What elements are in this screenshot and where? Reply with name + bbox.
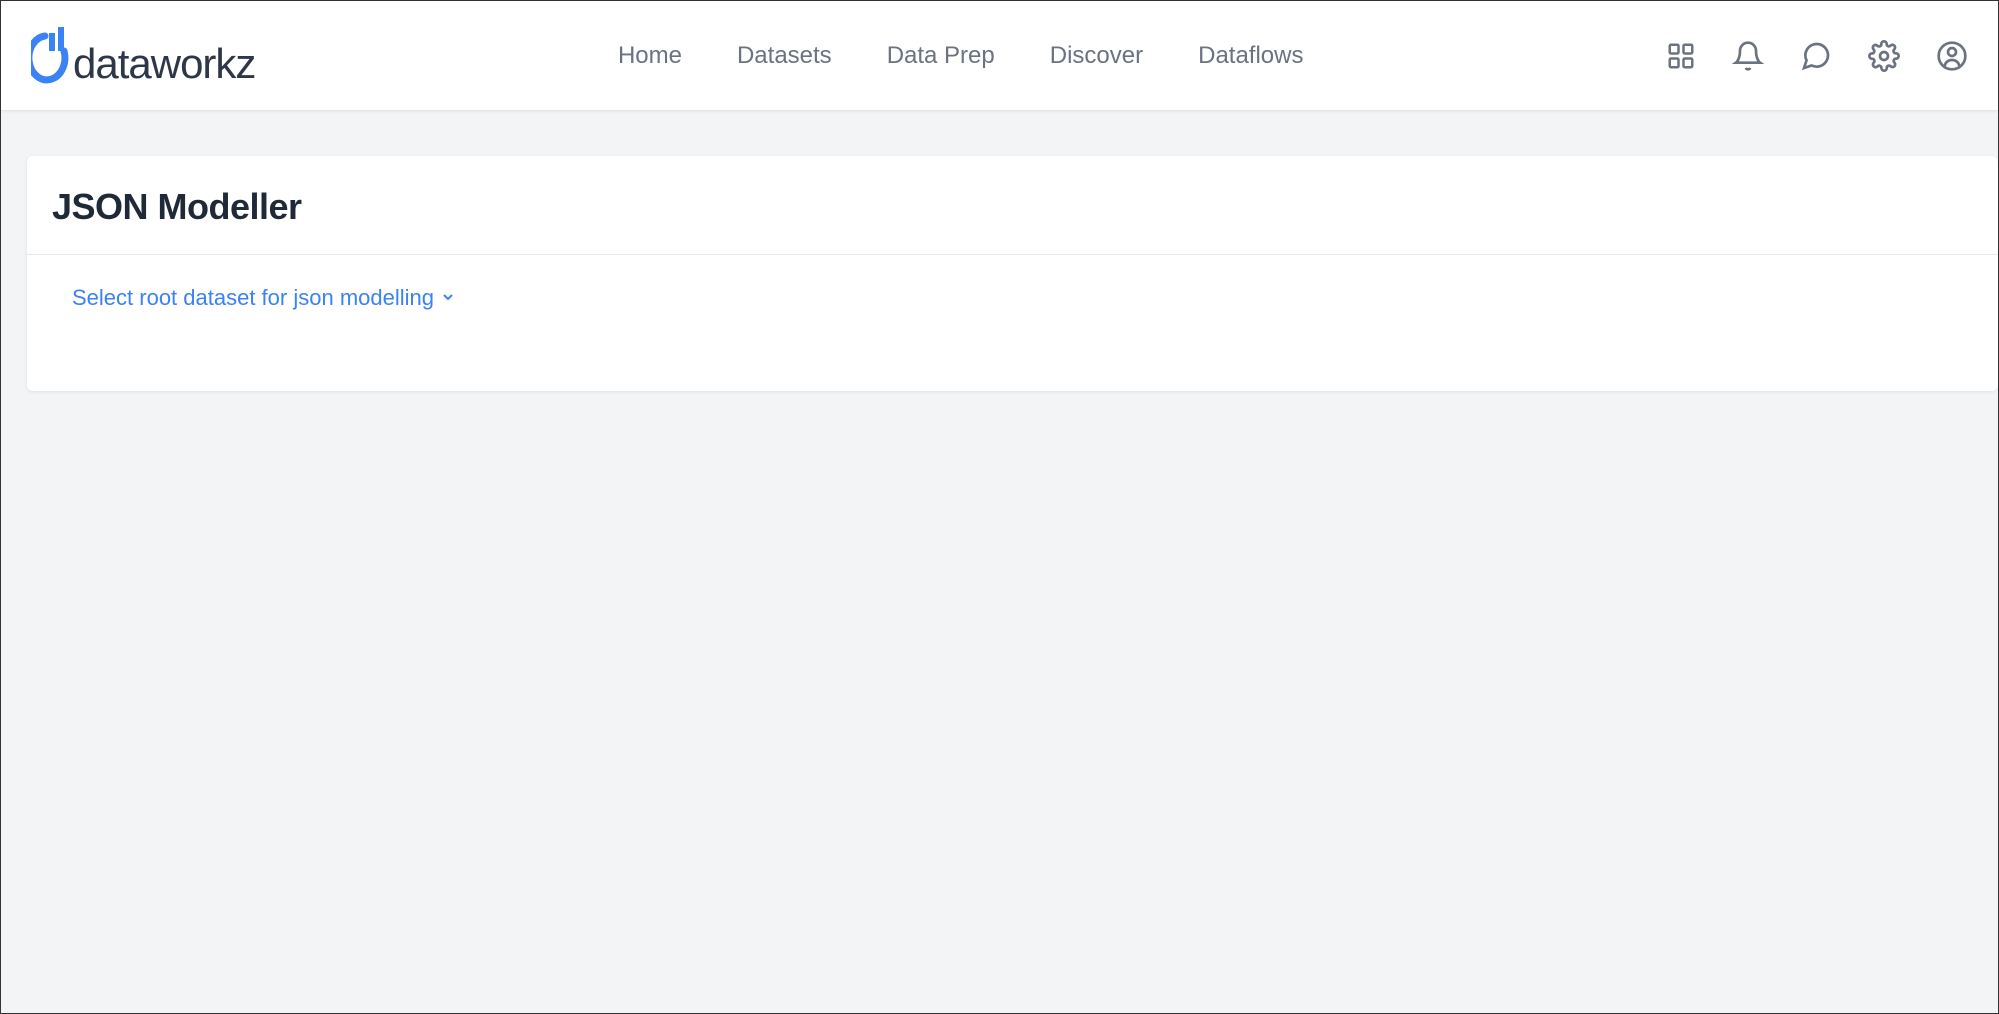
brand-logo[interactable]: dataworkz [31, 21, 255, 91]
nav-discover[interactable]: Discover [1050, 42, 1143, 70]
main-nav: Home Datasets Data Prep Discover Dataflo… [255, 42, 1666, 70]
nav-datasets[interactable]: Datasets [737, 42, 832, 70]
nav-home[interactable]: Home [618, 42, 682, 70]
apps-grid-icon[interactable] [1666, 41, 1696, 71]
nav-dataflows[interactable]: Dataflows [1198, 42, 1303, 70]
app-window: dataworkz Home Datasets Data Prep Discov… [0, 0, 1999, 1014]
root-dataset-selector-label: Select root dataset for json modelling [72, 285, 434, 311]
panel-body: Select root dataset for json modelling [27, 255, 1998, 361]
app-header: dataworkz Home Datasets Data Prep Discov… [1, 1, 1998, 111]
brand-name: dataworkz [73, 40, 255, 88]
json-modeller-panel: JSON Modeller Select root dataset for js… [27, 156, 1998, 391]
brand-logo-icon [31, 21, 71, 91]
notifications-icon[interactable] [1732, 40, 1764, 72]
chevron-down-icon [440, 285, 456, 311]
panel-header: JSON Modeller [27, 156, 1998, 255]
settings-icon[interactable] [1868, 40, 1900, 72]
content-area: JSON Modeller Select root dataset for js… [1, 111, 1998, 391]
page-title: JSON Modeller [52, 186, 1973, 228]
chat-icon[interactable] [1800, 40, 1832, 72]
user-profile-icon[interactable] [1936, 40, 1968, 72]
nav-data-prep[interactable]: Data Prep [887, 42, 995, 70]
header-icon-group [1666, 40, 1968, 72]
root-dataset-selector[interactable]: Select root dataset for json modelling [72, 285, 456, 311]
